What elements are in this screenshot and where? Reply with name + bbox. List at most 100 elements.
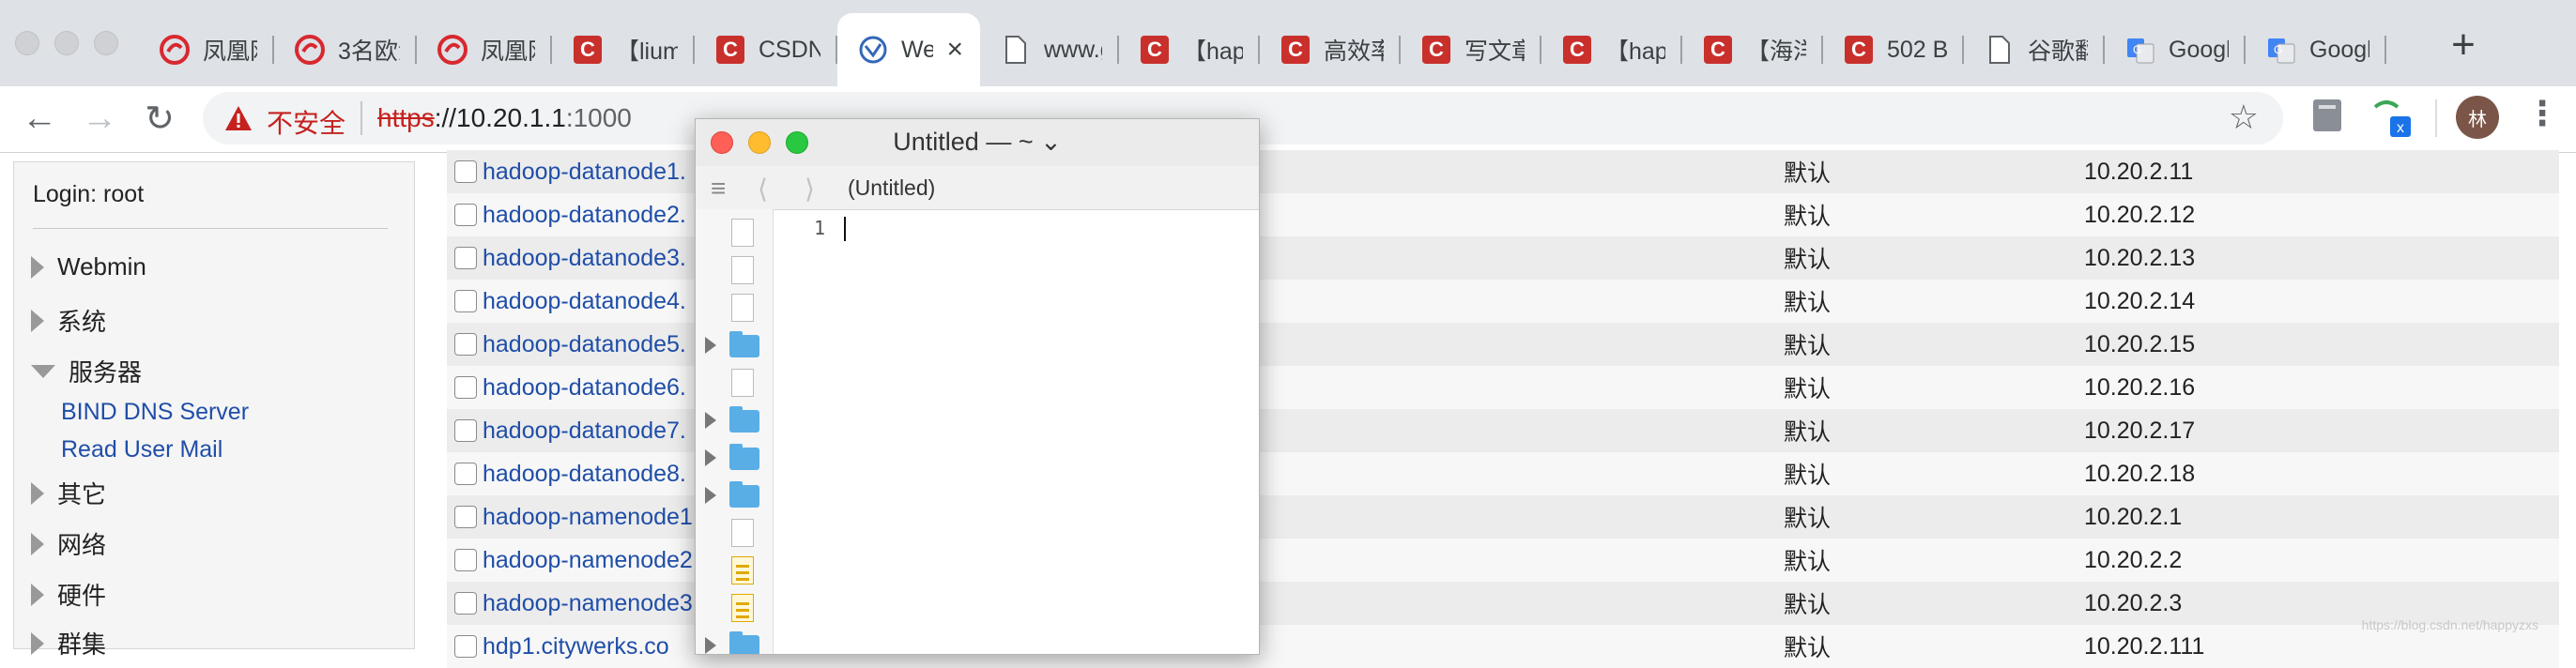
- browser-tab[interactable]: 凤凰网: [417, 13, 552, 86]
- bind-dns-server-link[interactable]: BIND DNS Server: [61, 399, 249, 426]
- category-webmin[interactable]: Webmin: [31, 252, 146, 281]
- row-checkbox[interactable]: [454, 635, 477, 658]
- host-ip: 10.20.2.11: [2084, 158, 2194, 185]
- bookmark-star-icon[interactable]: ☆: [2229, 98, 2259, 137]
- category-servers[interactable]: 服务器: [31, 354, 142, 388]
- host-group: 默认: [1784, 160, 1832, 187]
- file-item[interactable]: [705, 592, 767, 624]
- category-hardware[interactable]: 硬件: [31, 577, 106, 612]
- url-text[interactable]: https://10.20.1.1:1000: [377, 103, 632, 133]
- host-link[interactable]: hadoop-datanode1.: [483, 159, 686, 186]
- category-cluster[interactable]: 群集: [31, 626, 106, 660]
- host-link[interactable]: hadoop-namenode2: [483, 547, 693, 574]
- browser-tab[interactable]: 谷歌翻: [1964, 13, 2105, 86]
- row-checkbox[interactable]: [454, 290, 477, 312]
- host-link[interactable]: hadoop-namenode3: [483, 590, 693, 617]
- category-system[interactable]: 系统: [31, 303, 106, 338]
- host-ip: 10.20.2.18: [2084, 460, 2196, 487]
- host-group: 默认: [1784, 463, 1832, 489]
- window-minimize-button[interactable]: [54, 31, 79, 55]
- host-link[interactable]: hadoop-datanode4.: [483, 288, 686, 315]
- browser-tab[interactable]: C 【hap: [1541, 13, 1682, 86]
- translate-extension-icon[interactable]: x: [2371, 98, 2416, 141]
- host-link[interactable]: hadoop-datanode8.: [483, 461, 686, 488]
- reload-icon[interactable]: ↻: [135, 94, 184, 143]
- browser-tab[interactable]: C 【海洋: [1682, 13, 1823, 86]
- browser-tab[interactable]: C 【happ: [1119, 13, 1260, 86]
- folder-item[interactable]: [705, 404, 767, 436]
- host-link[interactable]: hadoop-datanode5.: [483, 331, 686, 358]
- browser-tab[interactable]: www.g: [980, 13, 1119, 86]
- readpaper-extension-icon[interactable]: [2311, 98, 2345, 135]
- file-item[interactable]: [705, 517, 767, 549]
- profile-avatar[interactable]: 林: [2456, 96, 2499, 139]
- file-item[interactable]: [705, 292, 767, 324]
- folder-item[interactable]: [705, 442, 767, 474]
- collapse-triangle-icon: [31, 364, 55, 378]
- folder-item[interactable]: [705, 630, 767, 654]
- browser-tab[interactable]: G Googl: [2246, 13, 2386, 86]
- file-item[interactable]: [705, 367, 767, 399]
- forward-chevron-icon[interactable]: ⟩: [805, 174, 815, 205]
- insecure-label[interactable]: 不安全: [267, 103, 345, 141]
- host-link[interactable]: hadoop-datanode6.: [483, 374, 686, 402]
- expand-triangle-icon: [31, 532, 44, 555]
- back-arrow-icon[interactable]: ←: [15, 94, 64, 143]
- file-item[interactable]: [705, 254, 767, 286]
- browser-tab[interactable]: G Googl: [2105, 13, 2246, 86]
- row-checkbox[interactable]: [454, 463, 477, 485]
- file-browser-sidebar: [696, 209, 774, 654]
- row-checkbox[interactable]: [454, 376, 477, 399]
- new-tab-button[interactable]: +: [2441, 22, 2486, 68]
- file-item[interactable]: [705, 217, 767, 249]
- file-item[interactable]: [705, 554, 767, 586]
- browser-tab[interactable]: 3名欧洲: [274, 13, 417, 86]
- row-checkbox[interactable]: [454, 247, 477, 269]
- row-checkbox[interactable]: [454, 160, 477, 183]
- browser-tab[interactable]: C 【liumi: [552, 13, 695, 86]
- browser-tab[interactable]: We ×: [837, 13, 980, 86]
- read-user-mail-link[interactable]: Read User Mail: [61, 436, 222, 463]
- browser-tab[interactable]: C 502 B: [1823, 13, 1964, 86]
- text-cursor[interactable]: [844, 217, 846, 241]
- disclosure-triangle-icon[interactable]: [705, 449, 716, 466]
- sidebar-list-icon[interactable]: ≡: [711, 174, 726, 204]
- browser-tab[interactable]: C 写文章: [1401, 13, 1541, 86]
- browser-tab[interactable]: C 高效率: [1260, 13, 1401, 86]
- row-checkbox[interactable]: [454, 333, 477, 356]
- disclosure-triangle-icon[interactable]: [705, 337, 716, 354]
- csdn-icon: C: [1280, 35, 1311, 65]
- folder-item[interactable]: [705, 479, 767, 511]
- host-link[interactable]: hdp1.citywerks.co: [483, 633, 669, 660]
- forward-arrow-icon[interactable]: →: [75, 94, 124, 143]
- row-checkbox[interactable]: [454, 506, 477, 528]
- window-close-button[interactable]: [15, 31, 39, 55]
- row-checkbox[interactable]: [454, 592, 477, 615]
- host-link[interactable]: hadoop-datanode2.: [483, 202, 686, 229]
- browser-tab[interactable]: C CSDN: [695, 13, 837, 86]
- category-network[interactable]: 网络: [31, 526, 106, 561]
- editor-title[interactable]: Untitled — ~ ⌄: [696, 128, 1259, 157]
- menu-dots-icon[interactable]: ⋮: [2525, 94, 2559, 133]
- expand-triangle-icon: [31, 309, 44, 332]
- row-checkbox[interactable]: [454, 204, 477, 226]
- folder-icon: [729, 331, 759, 357]
- host-group: 默认: [1784, 247, 1832, 273]
- config-file-icon: [731, 556, 754, 584]
- url-port: :1000: [565, 103, 632, 132]
- category-others[interactable]: 其它: [31, 476, 106, 510]
- window-zoom-button[interactable]: [94, 31, 118, 55]
- browser-tab[interactable]: 凤凰网: [139, 13, 274, 86]
- disclosure-triangle-icon[interactable]: [705, 412, 716, 429]
- row-checkbox[interactable]: [454, 549, 477, 571]
- row-checkbox[interactable]: [454, 419, 477, 442]
- host-link[interactable]: hadoop-datanode3.: [483, 245, 686, 272]
- csdn-icon: C: [1703, 35, 1733, 65]
- host-link[interactable]: hadoop-datanode7.: [483, 418, 686, 445]
- back-chevron-icon[interactable]: ⟨: [758, 174, 768, 205]
- host-link[interactable]: hadoop-namenode1: [483, 504, 693, 531]
- disclosure-triangle-icon[interactable]: [705, 487, 716, 504]
- folder-item[interactable]: [705, 329, 767, 361]
- close-tab-icon[interactable]: ×: [946, 34, 963, 66]
- csdn-icon: C: [1844, 35, 1874, 65]
